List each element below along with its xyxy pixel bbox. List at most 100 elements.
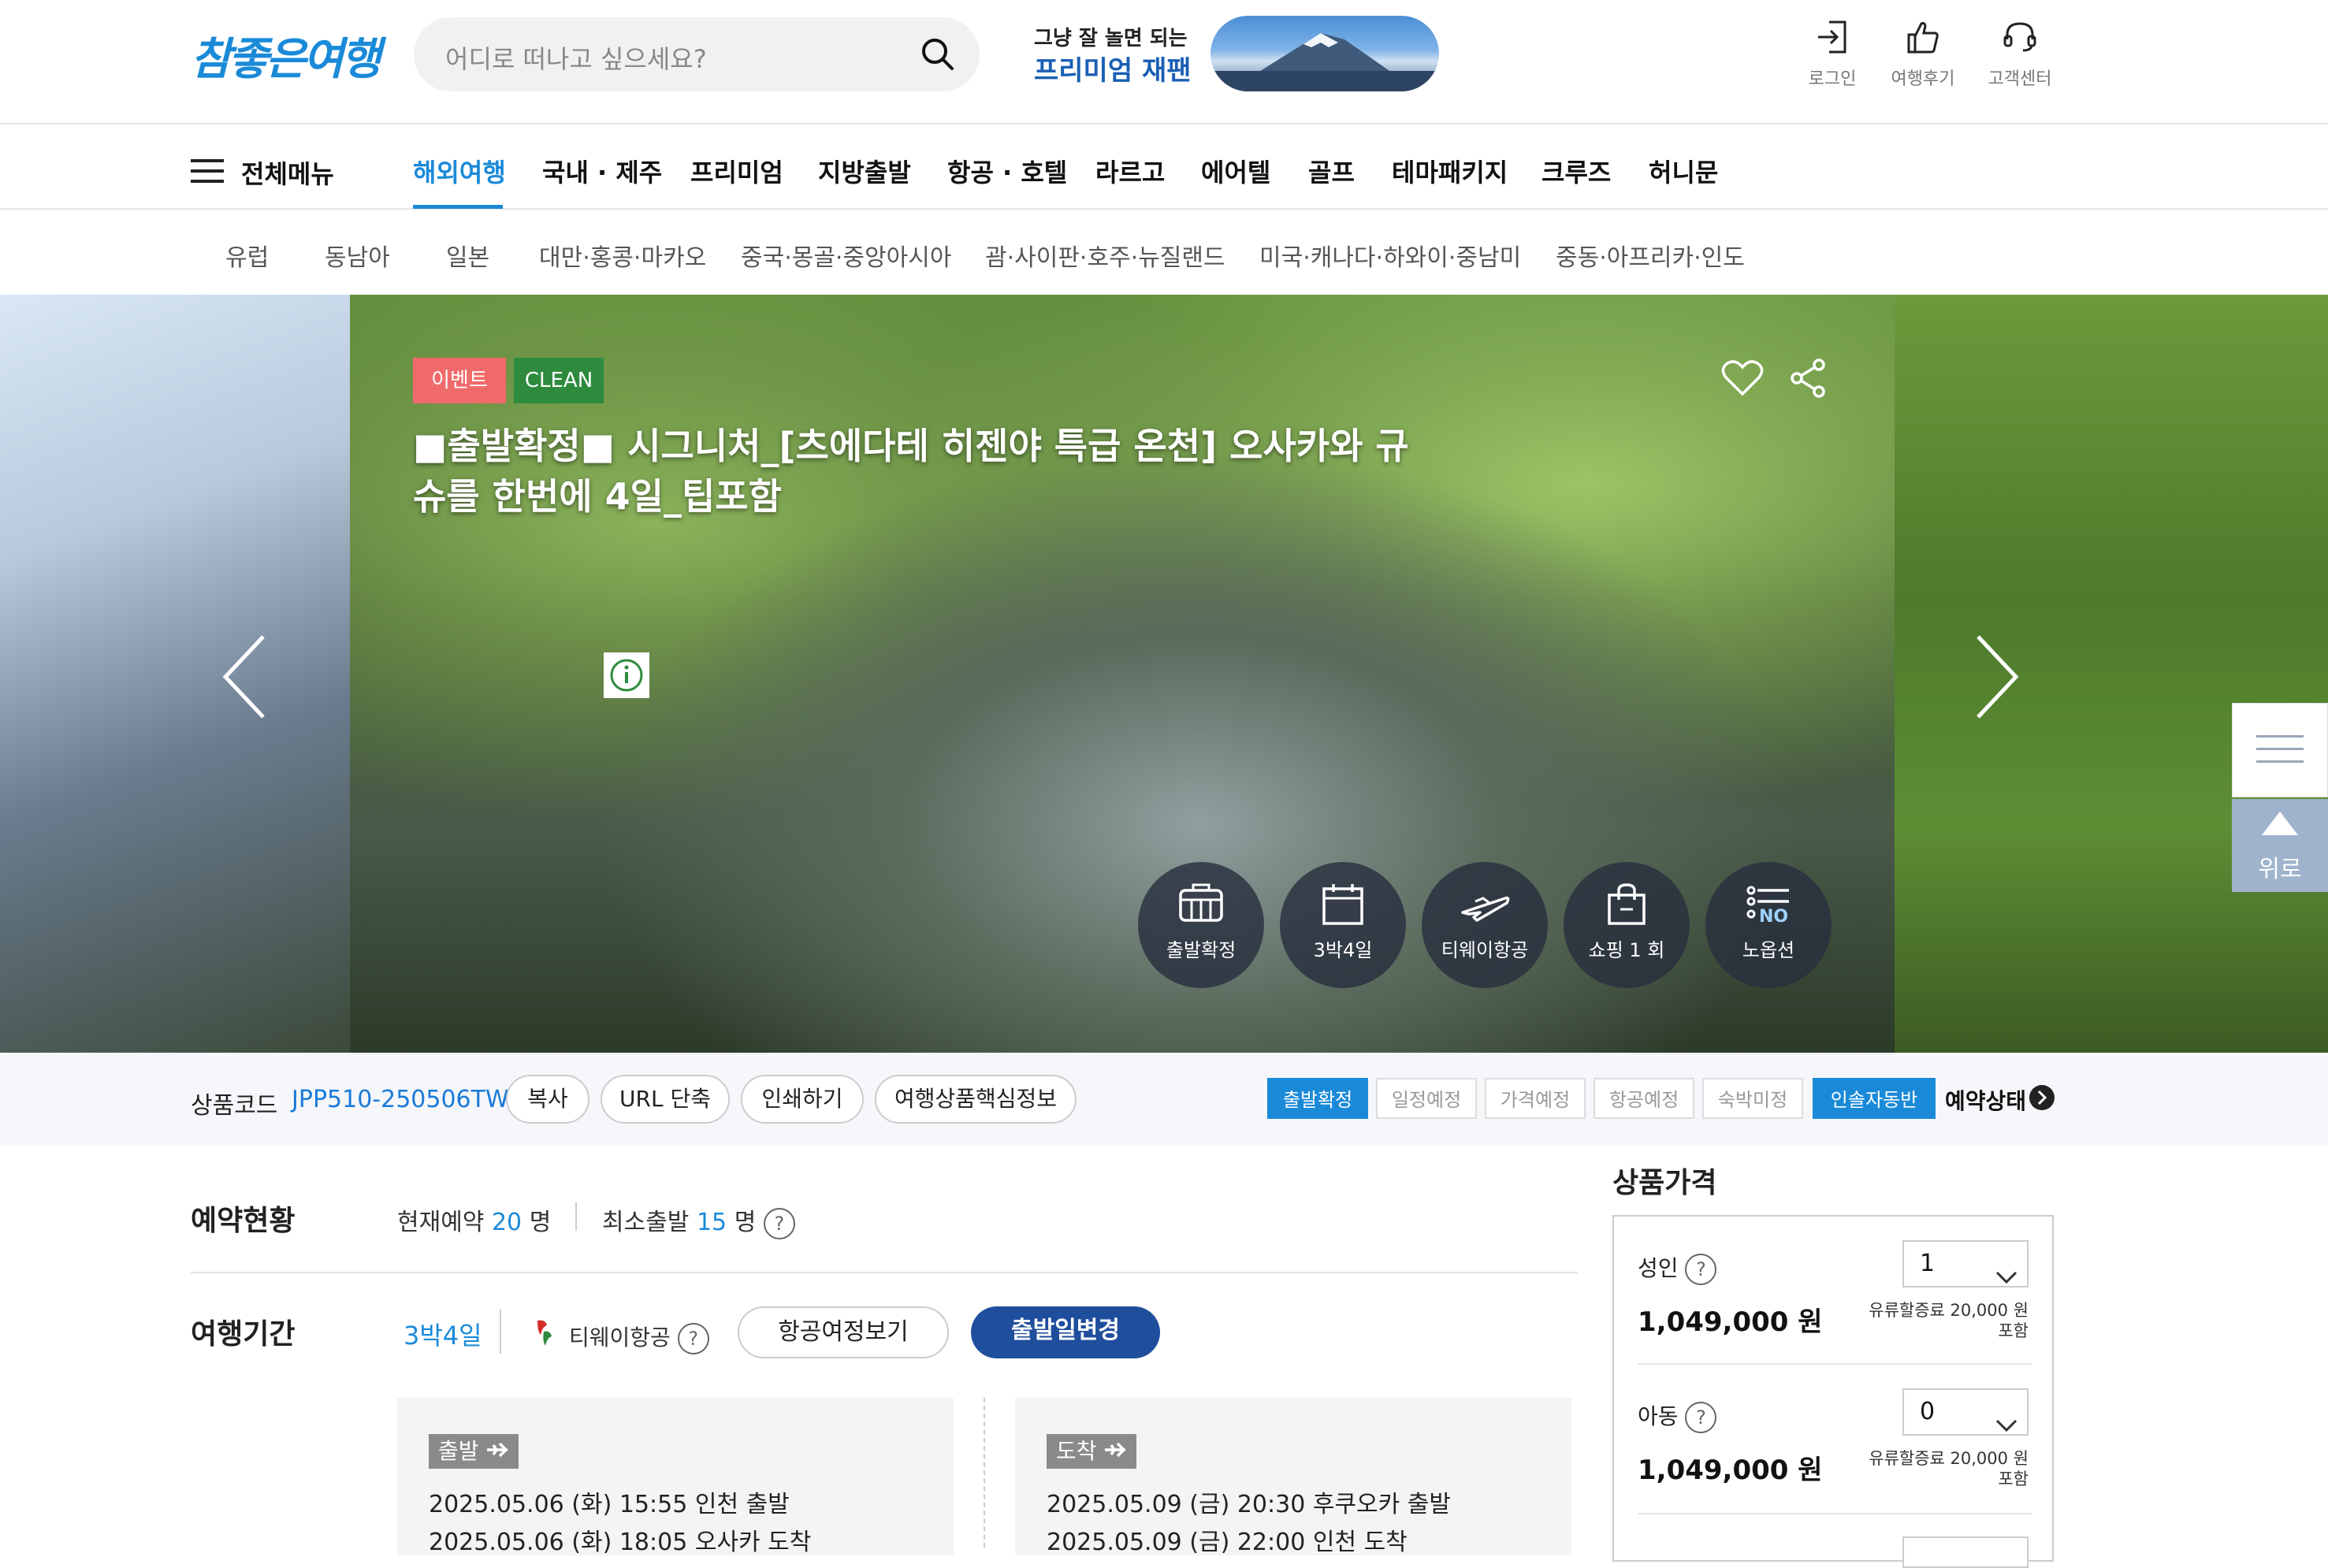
- airline-name: 티웨이항공 ?: [569, 1321, 709, 1354]
- all-menu-button[interactable]: 전체메뉴: [191, 154, 334, 191]
- login-icon: [1815, 20, 1850, 58]
- hamburger-icon: [2256, 735, 2304, 767]
- feature-no-option: NO 노옵션: [1705, 862, 1832, 988]
- gnb-overseas[interactable]: 해외여행: [413, 153, 506, 189]
- child-label: 아동 ?: [1638, 1399, 1717, 1433]
- gnb-honeymoon[interactable]: 허니문: [1649, 153, 1718, 189]
- sub-europe[interactable]: 유럽: [225, 238, 269, 273]
- prev-arrow-icon[interactable]: [221, 634, 268, 723]
- sub-middle-east-africa[interactable]: 중동·아프리카·인도: [1556, 238, 1745, 273]
- gnb-regional[interactable]: 지방출발: [818, 153, 911, 189]
- adult-fuel-note-line2: 포함: [1998, 1321, 2029, 1340]
- product-code-bar: 상품코드 JPP510-250506TW 복사 URL 단축 인쇄하기 여행상품…: [0, 1053, 2328, 1146]
- login-link[interactable]: 로그인: [1789, 19, 1876, 90]
- airplane-icon: [485, 1438, 509, 1464]
- adult-qty-value: 1: [1920, 1250, 1936, 1277]
- feature-label: 티웨이항공: [1441, 939, 1529, 961]
- reviews-link[interactable]: 여행후기: [1880, 19, 1966, 90]
- hero-carousel[interactable]: 이벤트 CLEAN ■출발확정■ 시그니처_[츠에다테 히젠야 특급 온천] 오…: [0, 295, 2328, 1053]
- min-departure-count: 15: [696, 1209, 727, 1236]
- gnb-cruise[interactable]: 크루즈: [1541, 153, 1611, 189]
- min-departure-label: 최소출발: [602, 1209, 690, 1236]
- product-info-button[interactable]: 여행상품핵심정보: [875, 1075, 1077, 1124]
- infant-qty-select[interactable]: [1902, 1536, 2029, 1568]
- arrival-line-2: 2025.05.09 (금) 22:00 인천 도착: [1047, 1529, 1408, 1556]
- scroll-top-button[interactable]: 위로: [2232, 799, 2328, 892]
- gnb-premium[interactable]: 프리미엄: [690, 153, 783, 189]
- info-icon[interactable]: [604, 652, 649, 698]
- shorten-url-button[interactable]: URL 단축: [601, 1075, 730, 1124]
- print-button[interactable]: 인쇄하기: [741, 1075, 864, 1124]
- gnb-largo[interactable]: 라르고: [1095, 153, 1165, 189]
- departure-card: 출발 2025.05.06 (화) 15:55 인천 출발 2025.05.06…: [397, 1398, 954, 1556]
- adult-price: 1,049,000 원: [1638, 1306, 1823, 1338]
- share-icon[interactable]: [1789, 358, 1828, 402]
- search-bar[interactable]: 어디로 떠나고 싶으세요?: [414, 17, 980, 91]
- divider: [500, 1310, 501, 1354]
- adult-fuel-note: 유류할증료 20,000 원 포함: [1855, 1300, 2029, 1341]
- booking-status-link[interactable]: 예약상태: [1945, 1084, 2026, 1116]
- gnb-domestic-jeju[interactable]: 국내 · 제주: [542, 153, 662, 189]
- flight-itinerary-button[interactable]: 항공여정보기: [738, 1306, 949, 1358]
- event-badge: 이벤트: [413, 358, 506, 403]
- feature-label: 노옵션: [1742, 939, 1795, 961]
- help-icon[interactable]: ?: [677, 1323, 709, 1354]
- next-arrow-icon[interactable]: [1973, 634, 2021, 723]
- promo-title[interactable]: 프리미엄 재팬: [1034, 49, 1192, 87]
- side-menu-button[interactable]: [2232, 703, 2328, 797]
- header: 참좋은여행 어디로 떠나고 싶으세요? 그냥 잘 놀면 되는 프리미엄 재팬 로…: [0, 0, 2328, 124]
- sub-china-mongolia[interactable]: 중국·몽골·중앙아시아: [741, 238, 951, 273]
- feature-label: 3박4일: [1313, 939, 1373, 961]
- sub-japan[interactable]: 일본: [446, 238, 489, 273]
- help-icon[interactable]: ?: [763, 1207, 795, 1239]
- feature-label: 출발확정: [1166, 939, 1237, 961]
- card-divider: [984, 1398, 985, 1548]
- customer-center-link[interactable]: 고객센터: [1977, 19, 2063, 90]
- trip-period-title: 여행기간: [191, 1318, 296, 1351]
- svg-text:NO: NO: [1759, 907, 1788, 927]
- mount-fuji-banner-image[interactable]: [1210, 16, 1439, 91]
- price-title: 상품가격: [1612, 1167, 1717, 1199]
- current-booking-count: 20: [491, 1209, 522, 1236]
- feature-airline: 티웨이항공: [1422, 862, 1548, 988]
- next-slide-image[interactable]: [1895, 295, 2328, 1053]
- customer-center-label: 고객센터: [1988, 69, 2052, 89]
- product-title: ■출발확정■ 시그니처_[츠에다테 히젠야 특급 온천] 오사카와 규슈를 한번…: [413, 425, 1409, 518]
- tway-logo-icon: [533, 1317, 556, 1352]
- gnb-theme[interactable]: 테마패키지: [1392, 153, 1508, 189]
- feature-label: 쇼핑 1 회: [1588, 939, 1665, 961]
- child-qty-select[interactable]: 0: [1902, 1388, 2029, 1436]
- product-code-value: JPP510-250506TW: [292, 1086, 509, 1113]
- departure-tag: 출발: [429, 1434, 519, 1469]
- change-departure-button[interactable]: 출발일변경: [971, 1306, 1160, 1358]
- airline-label: 티웨이항공: [569, 1325, 671, 1351]
- gnb-air-hotel[interactable]: 항공 · 호텔: [947, 153, 1067, 189]
- child-label-text: 아동: [1638, 1403, 1679, 1429]
- copy-button[interactable]: 복사: [506, 1075, 589, 1124]
- chevron-right-circle-icon[interactable]: [2029, 1084, 2055, 1114]
- logo[interactable]: 참좋은여행: [191, 24, 381, 87]
- sub-guam-oceania[interactable]: 괌·사이판·호주·뉴질랜드: [985, 238, 1225, 273]
- sub-taiwan-hk-macau[interactable]: 대만·홍콩·마카오: [539, 238, 706, 273]
- promo-subtitle[interactable]: 그냥 잘 놀면 되는: [1034, 22, 1188, 51]
- current-booking: 현재예약 20 명: [397, 1202, 551, 1237]
- help-icon[interactable]: ?: [1685, 1402, 1717, 1433]
- child-fuel-note: 유류할증료 20,000 원 포함: [1855, 1448, 2029, 1489]
- status-price-planned: 가격예정: [1485, 1078, 1586, 1119]
- search-placeholder[interactable]: 어디로 떠나고 싶으세요?: [445, 39, 707, 76]
- active-tab-indicator: [413, 205, 503, 209]
- price-divider: [1638, 1363, 2032, 1365]
- airplane-icon: [1460, 896, 1510, 930]
- sub-southeast-asia[interactable]: 동남아: [325, 238, 390, 273]
- gnb-golf[interactable]: 골프: [1308, 153, 1355, 189]
- arrival-tag-label: 도착: [1056, 1438, 1097, 1464]
- search-icon[interactable]: [918, 35, 958, 77]
- arrival-line-1: 2025.05.09 (금) 20:30 후쿠오카 출발: [1047, 1491, 1451, 1518]
- prev-slide-image[interactable]: [0, 295, 350, 1053]
- adult-qty-select[interactable]: 1: [1902, 1240, 2029, 1287]
- chevron-down-icon: [1995, 1404, 2017, 1448]
- help-icon[interactable]: ?: [1685, 1254, 1717, 1285]
- heart-icon[interactable]: [1721, 359, 1764, 400]
- sub-americas[interactable]: 미국·캐나다·하와이·중남미: [1259, 238, 1521, 273]
- gnb-airtel[interactable]: 에어텔: [1201, 153, 1270, 189]
